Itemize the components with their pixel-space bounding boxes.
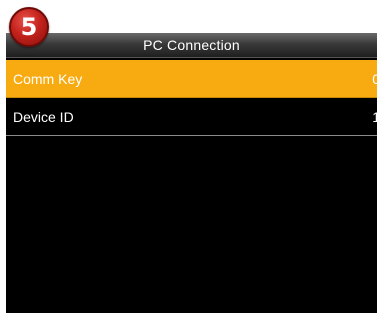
menu-item-label: Comm Key [13,71,83,87]
menu-list: Comm Key 0 Device ID 1 [6,60,377,136]
title-bar: PC Connection [6,33,377,58]
menu-item-value: 1 [372,109,377,125]
step-number: 5 [20,13,38,41]
device-screen: PC Connection Comm Key 0 Device ID 1 [6,33,377,313]
step-number-badge: 5 [9,7,49,47]
page-title: PC Connection [143,37,240,53]
menu-item-value: 0 [372,71,377,87]
menu-item-comm-key[interactable]: Comm Key 0 [6,60,377,98]
menu-item-device-id[interactable]: Device ID 1 [6,98,377,136]
menu-item-label: Device ID [13,109,74,125]
